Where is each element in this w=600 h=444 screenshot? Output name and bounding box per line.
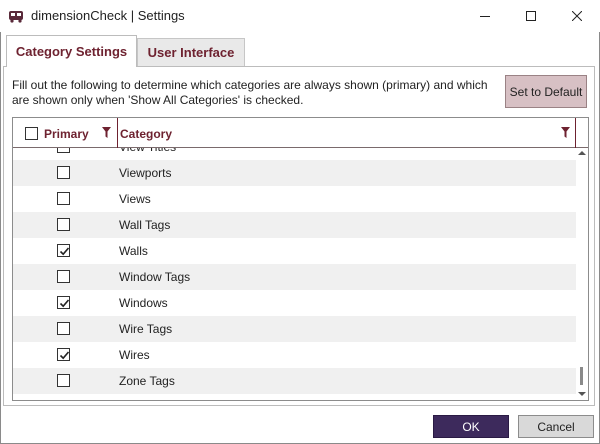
category-label: Views <box>119 192 151 206</box>
minimize-button[interactable] <box>462 0 508 32</box>
category-label: View Titles <box>119 148 176 154</box>
table-row[interactable]: Walls <box>13 238 576 264</box>
primary-checkbox[interactable] <box>57 192 70 205</box>
table-row[interactable]: View Titles <box>13 148 576 160</box>
minimize-icon <box>480 16 490 17</box>
checkmark-icon <box>59 299 70 308</box>
table-row[interactable]: Viewports <box>13 160 576 186</box>
table-row[interactable]: Wall Tags <box>13 212 576 238</box>
checkmark-icon <box>59 247 70 256</box>
category-label: Viewports <box>119 166 172 180</box>
category-label: Wire Tags <box>119 322 173 336</box>
scroll-thumb[interactable] <box>580 367 583 385</box>
primary-checkbox[interactable] <box>57 348 70 361</box>
close-icon <box>572 11 582 21</box>
tab-category-settings[interactable]: Category Settings <box>6 35 137 67</box>
primary-checkbox[interactable] <box>57 296 70 309</box>
tab-user-interface[interactable]: User Interface <box>137 38 245 67</box>
instructions-text: Fill out the following to determine whic… <box>12 78 488 107</box>
table-row[interactable]: Views <box>13 186 576 212</box>
column-divider <box>575 118 576 148</box>
table-row[interactable]: Wire Tags <box>13 316 576 342</box>
category-label: Window Tags <box>119 270 191 284</box>
grid-header: Primary Category <box>13 118 588 148</box>
window-title: dimensionCheck | Settings <box>31 8 185 23</box>
scroll-up-icon[interactable] <box>578 150 586 156</box>
checkmark-icon <box>59 351 70 360</box>
title-bar: dimensionCheck | Settings <box>0 0 600 32</box>
category-label: Zone Tags <box>119 374 175 388</box>
primary-checkbox[interactable] <box>57 270 70 283</box>
cancel-button[interactable]: Cancel <box>518 415 594 438</box>
maximize-icon <box>526 11 536 21</box>
table-row[interactable]: Zone Tags <box>13 368 576 394</box>
app-icon <box>9 11 23 23</box>
category-label: Walls <box>119 244 148 258</box>
vertical-scrollbar[interactable] <box>576 148 588 400</box>
close-button[interactable] <box>554 0 600 32</box>
set-to-default-button[interactable]: Set to Default <box>505 75 587 108</box>
category-label: Windows <box>119 296 168 310</box>
primary-checkbox[interactable] <box>57 148 70 153</box>
primary-checkbox[interactable] <box>57 374 70 387</box>
grid-rows: View Titles Viewports Views Wall Tags Walls W… <box>13 148 576 400</box>
category-label: Wall Tags <box>119 218 171 232</box>
ok-button[interactable]: OK <box>433 415 509 438</box>
category-column-header[interactable]: Category <box>120 127 172 141</box>
table-row[interactable]: Windows <box>13 290 576 316</box>
category-grid: Primary Category View TitlesViewportsVie… <box>12 117 589 401</box>
primary-checkbox[interactable] <box>57 322 70 335</box>
select-all-checkbox[interactable] <box>25 127 38 140</box>
column-divider[interactable] <box>117 118 118 148</box>
scroll-down-icon[interactable] <box>578 391 586 397</box>
primary-checkbox[interactable] <box>57 244 70 257</box>
category-filter-icon[interactable] <box>561 127 570 138</box>
table-row[interactable]: Window Tags <box>13 264 576 290</box>
primary-column-header[interactable]: Primary <box>44 127 89 141</box>
maximize-button[interactable] <box>508 0 554 32</box>
category-label: Wires <box>119 348 150 362</box>
primary-checkbox[interactable] <box>57 166 70 179</box>
primary-filter-icon[interactable] <box>102 127 111 138</box>
table-row[interactable]: Wires <box>13 342 576 368</box>
primary-checkbox[interactable] <box>57 218 70 231</box>
